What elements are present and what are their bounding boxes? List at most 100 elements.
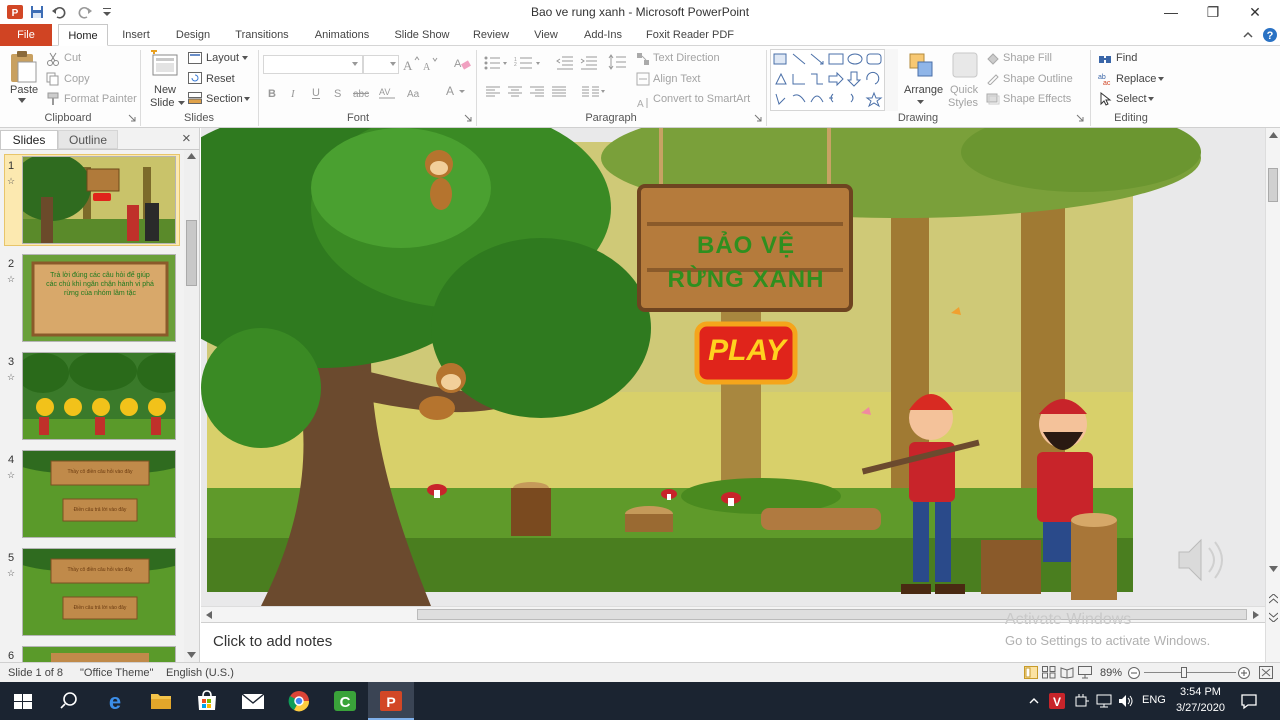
previous-slide-icon[interactable] — [1269, 594, 1278, 604]
align-text-icon[interactable] — [636, 72, 650, 86]
tab-file[interactable]: File — [0, 24, 52, 46]
zoom-out-icon[interactable] — [1128, 667, 1140, 679]
volume-icon[interactable] — [1118, 693, 1134, 709]
layout-icon[interactable] — [188, 52, 202, 64]
change-case-icon[interactable]: Aa — [406, 86, 428, 100]
arrange-dropdown-icon[interactable] — [917, 100, 924, 105]
tab-outline-pane[interactable]: Outline — [58, 130, 118, 149]
new-slide-icon[interactable] — [150, 50, 180, 78]
quick-styles-label-2[interactable]: Styles — [948, 97, 978, 109]
slide-sorter-view-icon[interactable] — [1042, 666, 1056, 679]
align-left-icon[interactable] — [486, 86, 500, 98]
reading-view-icon[interactable] — [1060, 666, 1074, 679]
language-status[interactable]: English (U.S.) — [166, 667, 234, 679]
thumbnail-1[interactable] — [22, 156, 176, 244]
select-dropdown-icon[interactable] — [1148, 97, 1154, 101]
powerpoint-taskbar-button[interactable]: P — [368, 682, 414, 720]
slide-show-view-icon[interactable] — [1078, 666, 1092, 679]
close-pane-button[interactable]: × — [182, 130, 191, 147]
shapes-gallery-scroll[interactable] — [884, 49, 898, 111]
font-name-dropdown-icon[interactable] — [352, 62, 358, 66]
copy-button[interactable]: Copy — [64, 73, 90, 85]
thumbnail-5[interactable]: Thầy cô điền câu hỏi vào đây Điền câu tr… — [22, 548, 176, 636]
underline-icon[interactable]: U — [310, 86, 322, 100]
editor-scroll-down-icon[interactable] — [1269, 566, 1278, 572]
scroll-right-icon[interactable] — [1253, 611, 1259, 619]
shadow-icon[interactable]: S — [332, 86, 346, 100]
search-icon[interactable] — [46, 682, 92, 720]
decrease-indent-icon[interactable] — [556, 56, 574, 70]
mail-icon[interactable] — [230, 682, 276, 720]
paragraph-launcher-icon[interactable] — [754, 114, 762, 122]
camtasia-icon[interactable]: C — [322, 682, 368, 720]
normal-view-icon[interactable] — [1024, 666, 1038, 679]
shapes-gallery-icon[interactable] — [771, 50, 899, 112]
font-launcher-icon[interactable] — [464, 114, 472, 122]
thumbnail-2[interactable]: Trả lời đúng các câu hỏi để giúp các chú… — [22, 254, 176, 342]
quick-styles-label-1[interactable]: Quick — [950, 84, 978, 96]
clear-formatting-icon[interactable]: A — [452, 54, 472, 72]
tab-transitions[interactable]: Transitions — [228, 24, 296, 46]
format-painter-icon[interactable] — [46, 92, 60, 106]
align-right-icon[interactable] — [530, 86, 544, 98]
reset-button[interactable]: Reset — [206, 73, 235, 85]
edge-browser-icon[interactable]: e — [92, 682, 138, 720]
network-icon[interactable] — [1096, 693, 1112, 709]
tab-add-ins[interactable]: Add-Ins — [578, 24, 628, 46]
bold-icon[interactable]: B — [266, 86, 278, 100]
thumbnail-6[interactable] — [22, 646, 176, 662]
tab-foxit-reader-pdf[interactable]: Foxit Reader PDF — [642, 24, 738, 46]
zoom-in-icon[interactable] — [1238, 667, 1250, 679]
vivaldi-tray-icon[interactable]: V — [1048, 692, 1066, 710]
notifications-icon[interactable] — [1240, 692, 1258, 710]
copy-icon[interactable] — [46, 72, 60, 86]
new-slide-label-2[interactable]: Slide — [150, 97, 174, 109]
shape-outline-icon[interactable] — [986, 73, 1000, 85]
store-icon[interactable] — [184, 682, 230, 720]
columns-icon[interactable] — [582, 86, 606, 98]
notes-placeholder[interactable]: Click to add notes — [213, 633, 332, 650]
maximize-button[interactable]: ❐ — [1202, 3, 1224, 21]
arrange-icon[interactable] — [906, 50, 936, 80]
numbering-icon[interactable]: 12 — [514, 56, 542, 70]
tab-slide-show[interactable]: Slide Show — [388, 24, 456, 46]
shape-fill-button[interactable]: Shape Fill — [1003, 52, 1052, 64]
grow-font-icon[interactable]: A — [402, 56, 420, 72]
font-size-dropdown-icon[interactable] — [390, 62, 396, 66]
shape-effects-icon[interactable] — [986, 93, 1000, 105]
quick-styles-icon[interactable] — [950, 50, 980, 80]
justify-icon[interactable] — [552, 86, 566, 98]
notes-pane[interactable]: Click to add notes Activate Windows Go t… — [201, 611, 1265, 662]
find-icon[interactable] — [1098, 52, 1112, 66]
zoom-level[interactable]: 89% — [1100, 667, 1122, 679]
character-spacing-icon[interactable]: AV — [378, 86, 400, 100]
scroll-left-icon[interactable] — [206, 611, 212, 619]
align-text-button[interactable]: Align Text — [653, 73, 701, 85]
tab-slides-pane[interactable]: Slides — [0, 130, 58, 149]
shrink-font-icon[interactable]: A — [422, 56, 440, 72]
power-plug-icon[interactable] — [1074, 693, 1090, 709]
minimize-button[interactable]: — — [1160, 3, 1182, 21]
tab-view[interactable]: View — [526, 24, 566, 46]
layout-button[interactable]: Layout — [206, 52, 239, 64]
arrange-button[interactable]: Arrange — [904, 84, 943, 96]
line-spacing-icon[interactable] — [608, 54, 632, 70]
cut-icon[interactable] — [46, 52, 60, 66]
scroll-up-icon[interactable] — [187, 153, 196, 159]
windows-start-icon[interactable] — [0, 682, 46, 720]
file-explorer-icon[interactable] — [138, 682, 184, 720]
drawing-launcher-icon[interactable] — [1076, 114, 1084, 122]
thumbnail-3[interactable] — [22, 352, 176, 440]
zoom-slider-thumb[interactable] — [1181, 667, 1187, 678]
find-button[interactable]: Find — [1116, 52, 1137, 64]
replace-icon[interactable]: abac — [1098, 72, 1112, 86]
zoom-slider-track[interactable] — [1144, 672, 1236, 673]
reset-icon[interactable] — [188, 72, 202, 84]
increase-indent-icon[interactable] — [580, 56, 598, 70]
strikethrough-icon[interactable]: abc — [352, 86, 370, 100]
select-cursor-icon[interactable] — [1098, 92, 1112, 106]
convert-smartart-icon[interactable] — [636, 52, 650, 66]
shape-outline-button[interactable]: Shape Outline — [1003, 73, 1073, 85]
tab-animations[interactable]: Animations — [308, 24, 376, 46]
speaker-icon[interactable] — [1178, 538, 1223, 582]
